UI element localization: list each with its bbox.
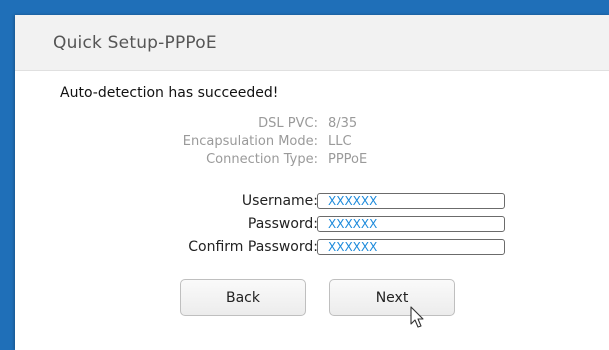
dialog-header: Quick Setup-PPPoE: [15, 15, 609, 71]
password-input[interactable]: [317, 216, 505, 232]
password-row: Password:: [15, 214, 609, 234]
dialog-title: Quick Setup-PPPoE: [53, 32, 217, 53]
encapsulation-mode-label: Encapsulation Mode:: [182, 134, 318, 149]
mouse-pointer-icon: [410, 306, 424, 328]
confirm-password-label: Confirm Password:: [188, 239, 318, 255]
encapsulation-mode-value: LLC: [328, 134, 352, 149]
dsl-pvc-label: DSL PVC:: [258, 116, 318, 131]
username-label: Username:: [241, 193, 318, 209]
back-button[interactable]: Back: [180, 279, 306, 316]
info-row-connection-type: Connection Type: PPPoE: [15, 151, 609, 169]
next-button[interactable]: Next: [329, 279, 455, 316]
username-input[interactable]: [317, 193, 505, 209]
connection-type-value: PPPoE: [328, 152, 368, 167]
username-row: Username:: [15, 191, 609, 211]
password-label: Password:: [247, 216, 318, 232]
dsl-pvc-value: 8/35: [328, 116, 358, 131]
credentials-form: Username: Password: Confirm Password:: [15, 191, 609, 260]
confirm-password-row: Confirm Password:: [15, 237, 609, 257]
connection-info: DSL PVC: 8/35 Encapsulation Mode: LLC Co…: [15, 115, 609, 169]
quick-setup-dialog: Quick Setup-PPPoE Auto-detection has suc…: [15, 15, 609, 350]
connection-type-label: Connection Type:: [206, 152, 318, 167]
info-row-dsl-pvc: DSL PVC: 8/35: [15, 115, 609, 133]
info-row-encapsulation: Encapsulation Mode: LLC: [15, 133, 609, 151]
detection-status-message: Auto-detection has succeeded!: [60, 85, 279, 101]
confirm-password-input[interactable]: [317, 239, 505, 255]
